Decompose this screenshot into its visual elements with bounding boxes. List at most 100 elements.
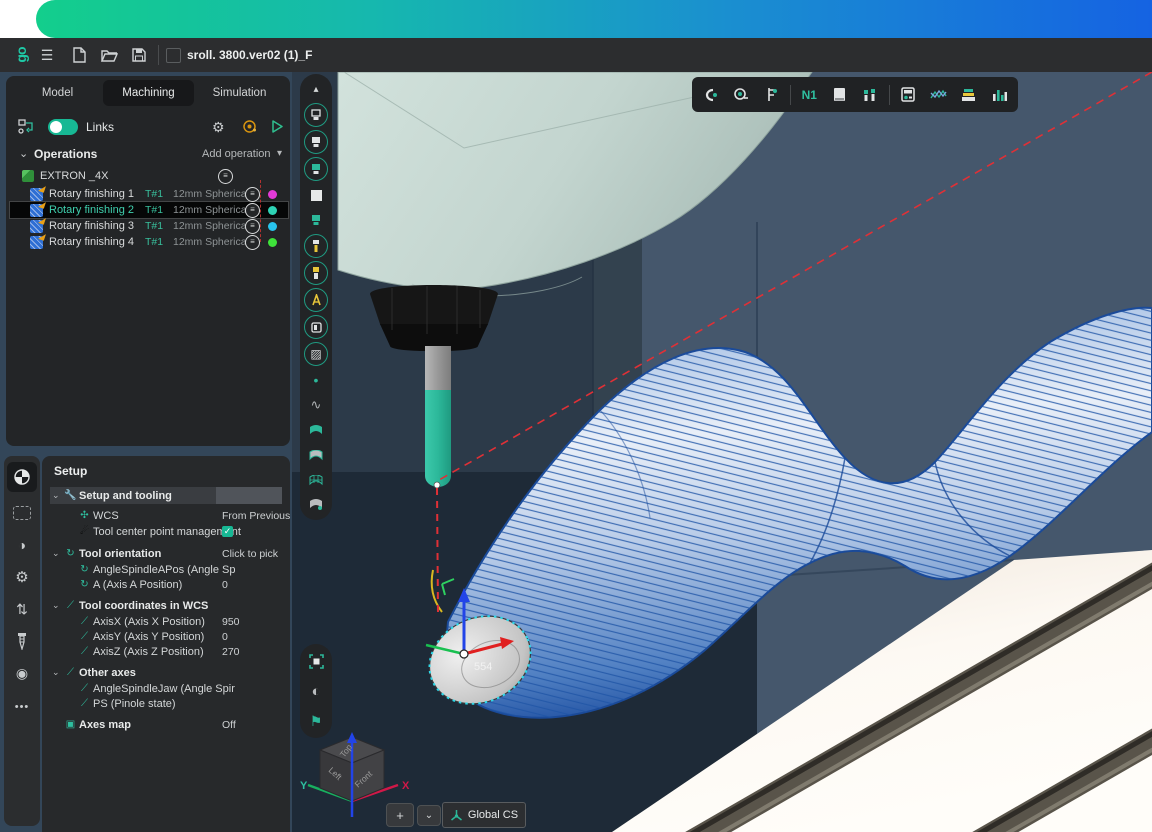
setup-item-row[interactable]: ▣ Axes map Off	[50, 717, 282, 732]
zoom-fit-icon[interactable]	[305, 650, 327, 672]
tool-display-icon[interactable]	[304, 234, 328, 258]
setup-item-row[interactable]: ⟋ AxisZ (Axis Z Position) 270	[50, 644, 282, 659]
group-label: Other axes	[79, 667, 136, 679]
stock-solid-icon[interactable]	[304, 130, 328, 154]
calculator-icon[interactable]	[896, 84, 920, 106]
stock-board-icon[interactable]	[828, 84, 852, 106]
rotary-dial-icon[interactable]: ◉	[4, 660, 40, 686]
group-chevron-icon[interactable]: ⌄	[52, 490, 64, 501]
tab-model[interactable]: Model	[12, 80, 103, 106]
global-cs-button[interactable]: Global CS	[442, 802, 526, 828]
setup-group-row[interactable]: ⌄ ⟋ Tool coordinates in WCS	[50, 598, 282, 613]
machine-settings-icon[interactable]: ⚙	[4, 564, 40, 590]
link-structure-icon[interactable]	[18, 119, 36, 135]
setup-item-row[interactable]: ↻ AngleSpindleAPos (Angle Sp	[50, 562, 282, 577]
open-folder-icon[interactable]	[99, 46, 119, 64]
surface-grid-icon[interactable]	[305, 469, 327, 491]
machine-housing-icon[interactable]	[304, 315, 328, 339]
cs-dropdown-button[interactable]: ⌄	[417, 805, 441, 826]
save-icon[interactable]	[129, 46, 149, 64]
operation-row[interactable]: Rotary finishing 3 T#1 12mm Spherical ≡	[10, 218, 288, 234]
item-value[interactable]: 950	[222, 616, 240, 628]
setup-group-row[interactable]: ⌄ ↻ Tool orientation Click to pick	[50, 546, 282, 561]
setup-item-row[interactable]: ⟋ AxisX (Axis X Position) 950	[50, 614, 282, 629]
curve-display-icon[interactable]: ∿	[305, 394, 327, 416]
settings-gear-icon[interactable]: ⚙	[212, 119, 225, 136]
row-menu-icon[interactable]: ≡	[245, 235, 260, 250]
row-menu-icon[interactable]: ≡	[245, 187, 260, 202]
setup-group-row[interactable]: ⌄ ⟋ Other axes	[50, 665, 282, 680]
simulation-target-icon[interactable]	[242, 119, 257, 134]
main-menu-icon[interactable]: ☰	[37, 46, 57, 64]
operation-row[interactable]: Rotary finishing 4 T#1 12mm Spherical ≡	[10, 234, 288, 250]
target-part-icon[interactable]	[305, 209, 327, 231]
add-operation-button[interactable]: Add operation	[202, 148, 271, 160]
rotary-op-icon	[30, 236, 43, 249]
stock-boundary-icon[interactable]	[4, 500, 40, 526]
add-cs-button[interactable]: +	[386, 803, 414, 827]
setup-item-row[interactable]: ⟋ AxisY (Axis Y Position) 0	[50, 629, 282, 644]
surface-point-icon[interactable]	[305, 494, 327, 516]
tab-simulation[interactable]: Simulation	[194, 80, 285, 106]
viewport-3d[interactable]: 554 Top Left Front Y X ▴	[292, 72, 1152, 832]
setup-item-row[interactable]: ⟋ AngleSpindleJaw (Angle Spir	[50, 681, 282, 696]
section-flag-icon[interactable]: ⚑	[305, 710, 327, 732]
arbor-display-icon[interactable]	[304, 288, 328, 312]
layers-stack-icon[interactable]	[957, 84, 981, 106]
links-label: Links	[86, 120, 114, 134]
stock-wireframe-icon[interactable]	[304, 103, 328, 127]
play-icon[interactable]	[270, 119, 285, 134]
surface-teal-icon[interactable]	[305, 419, 327, 441]
item-value[interactable]: From Previous	[222, 510, 290, 522]
more-tools-icon[interactable]: •••	[4, 694, 40, 720]
graph-overlay-icon[interactable]	[927, 84, 951, 106]
operation-root-row[interactable]: EXTRON _4X ≡	[10, 168, 288, 184]
setup-item-row[interactable]: ✣ WCS From Previous	[50, 508, 282, 523]
links-toggle[interactable]	[48, 119, 78, 135]
magnet-snap-icon[interactable]	[698, 84, 722, 106]
collapse-operations-icon[interactable]: ⌄	[19, 147, 28, 160]
statistics-bars-icon[interactable]	[987, 84, 1011, 106]
caliper-icon[interactable]	[759, 84, 783, 106]
datum-balance-icon[interactable]	[4, 464, 40, 490]
gcode-n1-icon[interactable]: N1	[797, 84, 821, 106]
tape-measure-icon[interactable]	[729, 84, 753, 106]
tool-center-checkbox[interactable]: ✓	[222, 526, 233, 537]
tool-pair-icon[interactable]	[858, 84, 882, 106]
new-file-icon[interactable]	[69, 46, 89, 64]
material-hatch-icon[interactable]: ▨	[304, 342, 328, 366]
item-value[interactable]: 0	[222, 631, 228, 643]
group-value[interactable]: Click to pick	[222, 548, 278, 560]
global-cs-label: Global CS	[468, 809, 518, 821]
row-menu-icon[interactable]: ≡	[245, 203, 260, 218]
shaded-view-icon[interactable]: ◐	[305, 680, 327, 702]
tab-machining[interactable]: Machining	[103, 80, 194, 106]
group-chevron-icon[interactable]: ⌄	[52, 548, 64, 559]
operation-color-dot	[268, 222, 277, 231]
holder-display-icon[interactable]	[304, 261, 328, 285]
fixture-icon[interactable]: ◑	[4, 532, 40, 558]
operation-row-selected[interactable]: Rotary finishing 2 T#1 12mm Spherical ≡	[10, 202, 288, 218]
document-title: sroll. 3800.ver02 (1)_F	[187, 48, 312, 62]
plain-stock-icon[interactable]	[305, 184, 327, 206]
row-menu-icon[interactable]: ≡	[245, 219, 260, 234]
setup-item-row[interactable]: ↻ A (Axis A Position) 0	[50, 577, 282, 592]
group-chevron-icon[interactable]: ⌄	[52, 600, 64, 611]
app-logo[interactable]: go	[8, 43, 34, 67]
surface-shaded-icon[interactable]	[305, 444, 327, 466]
setup-item-row[interactable]: ⟋ PS (Pinole state)	[50, 696, 282, 711]
operation-row[interactable]: Rotary finishing 1 T#1 12mm Spherical ≡	[10, 186, 288, 202]
tool-drill-icon[interactable]	[4, 628, 40, 654]
group-chevron-icon[interactable]: ⌄	[52, 667, 64, 678]
point-display-icon[interactable]: •	[305, 369, 327, 391]
setup-item-row[interactable]: ☄ Tool center point management ✓	[50, 524, 282, 539]
axes-travel-icon[interactable]: ⇅	[4, 596, 40, 622]
item-value[interactable]: 270	[222, 646, 240, 658]
item-value[interactable]: Off	[222, 719, 236, 731]
row-menu-icon[interactable]: ≡	[218, 169, 233, 184]
collapse-toolbar-icon[interactable]: ▴	[305, 78, 327, 100]
stock-rendered-icon[interactable]	[304, 157, 328, 181]
item-value[interactable]: 0	[222, 579, 228, 591]
setup-group-row[interactable]: ⌄ 🔧 Setup and tooling	[50, 488, 282, 503]
add-operation-caret-icon[interactable]: ▾	[277, 148, 282, 159]
